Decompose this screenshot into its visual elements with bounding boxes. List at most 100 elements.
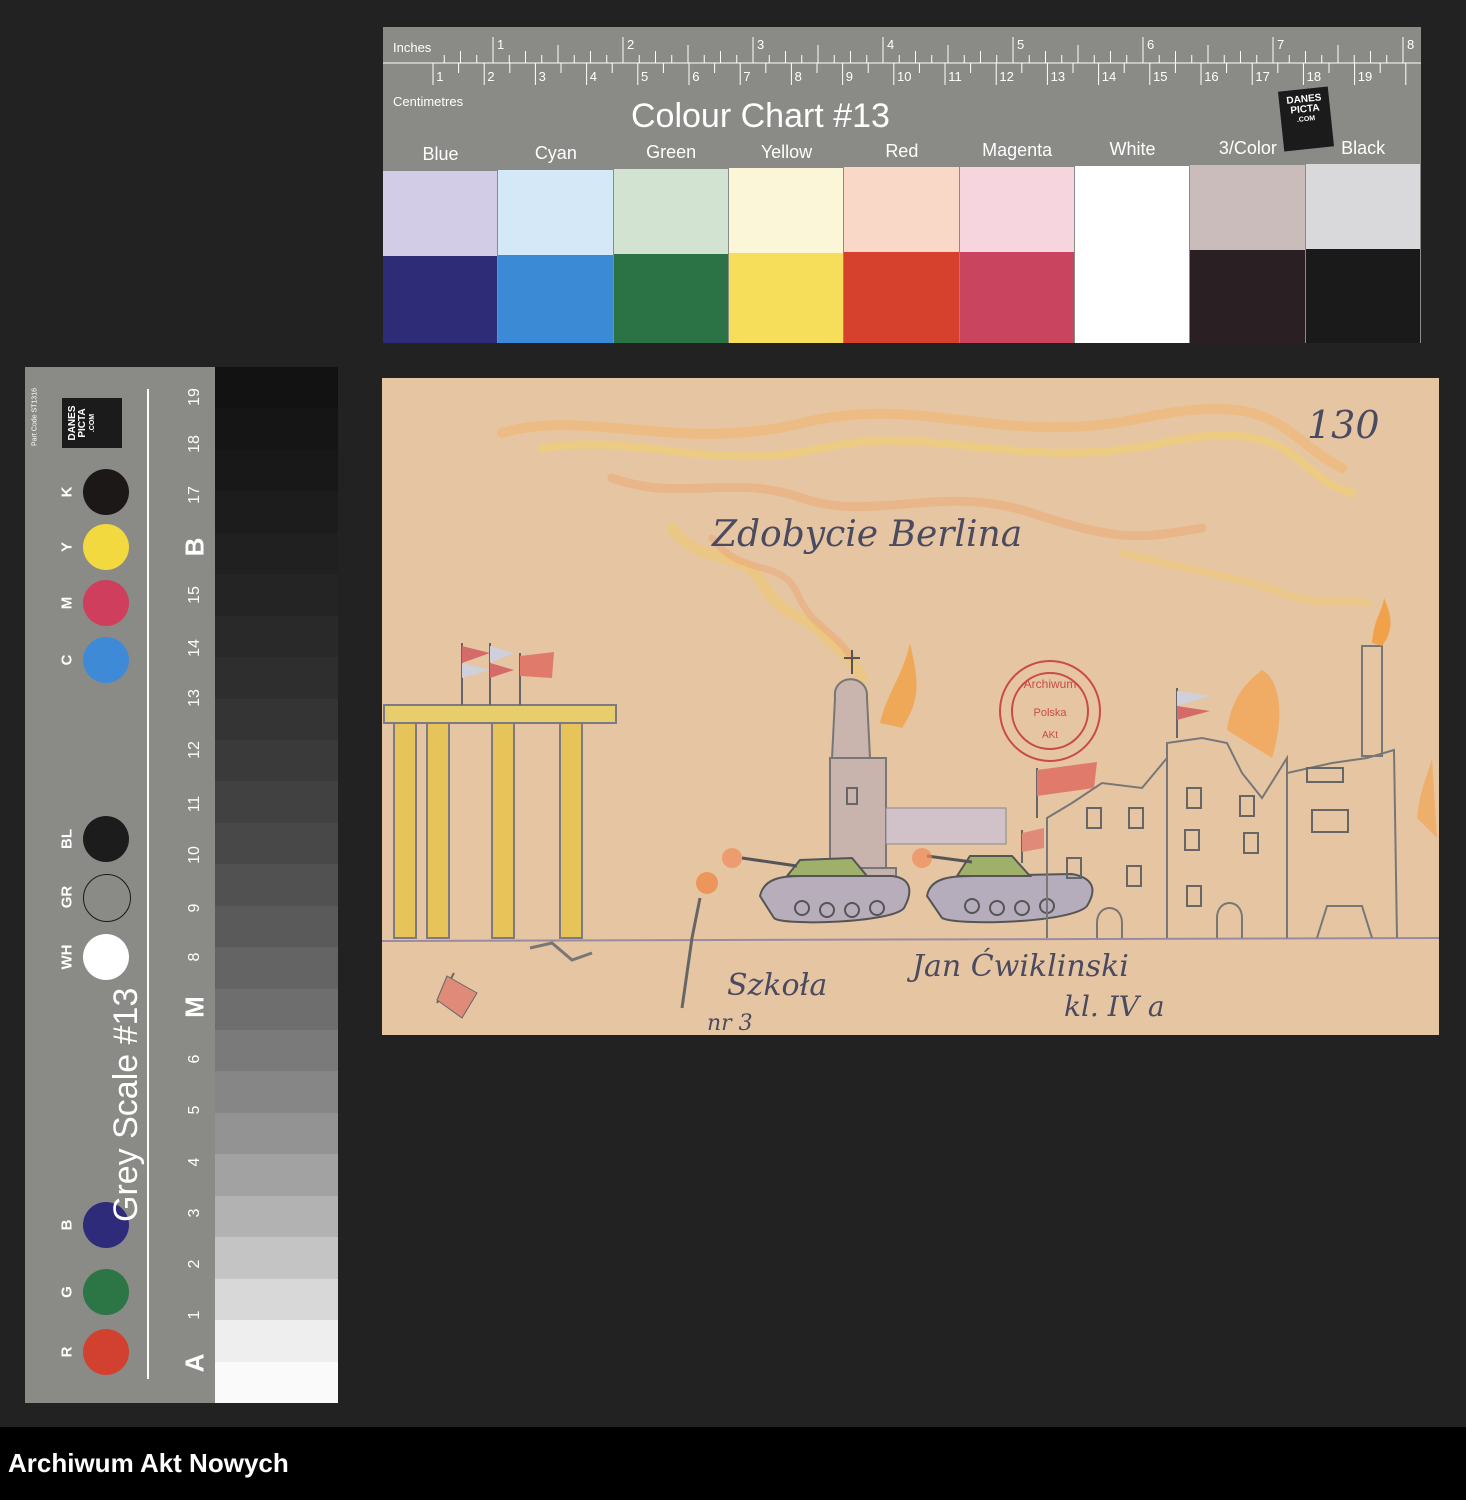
- grey-step: [215, 615, 338, 659]
- scale-divider: [147, 389, 149, 1379]
- flame: [1372, 598, 1391, 646]
- tank-gun: [741, 856, 798, 868]
- centimetres-label: Centimetres: [393, 94, 464, 109]
- bayonet-rifle: [680, 897, 702, 1009]
- arch: [1216, 902, 1243, 938]
- inch-number: 1: [497, 37, 504, 52]
- column: [393, 722, 417, 939]
- colour-swatch-dark: [729, 253, 844, 343]
- colour-name: Green: [646, 142, 697, 163]
- colour-dot: [83, 524, 129, 570]
- danes-picta-logo: DANES PICTA .COM: [62, 398, 122, 448]
- cm-number: 7: [743, 69, 750, 84]
- cm-number: 8: [795, 69, 802, 84]
- church-tower: [819, 643, 917, 891]
- cm-number: 15: [1153, 69, 1167, 84]
- colour-name: Magenta: [982, 140, 1053, 160]
- grey-step: [215, 367, 338, 410]
- grey-step: [215, 698, 338, 741]
- school-number-text: nr 3: [707, 1011, 753, 1035]
- cm-number: 10: [897, 69, 911, 84]
- stamp-text: AKt: [1042, 730, 1058, 741]
- inch-number: 7: [1277, 37, 1284, 52]
- archive-name: Archiwum Akt Nowych: [8, 1448, 289, 1478]
- cm-number: 14: [1102, 69, 1116, 84]
- colonnade-roof: [383, 704, 617, 724]
- grey-step: [215, 905, 338, 949]
- colour-swatch-light: [1305, 163, 1420, 249]
- gun-fire: [722, 848, 742, 868]
- grey-step: [215, 574, 338, 617]
- column: [491, 722, 515, 939]
- smoke-scribble: [1118, 549, 1371, 607]
- colour-swatch-dark: [844, 252, 959, 343]
- chimney: [1361, 645, 1383, 757]
- tank: [912, 848, 1094, 924]
- colour-name: Cyan: [534, 143, 577, 164]
- colour-swatch-light: [1190, 164, 1305, 250]
- grey-steps: [215, 367, 338, 1403]
- cm-number: 1: [436, 69, 443, 84]
- colour-dot: [83, 1329, 129, 1375]
- colour-swatch-light: [729, 168, 844, 254]
- stamp-text: Polska: [1033, 707, 1067, 719]
- page-number: 130: [1307, 403, 1380, 447]
- cm-number: 18: [1307, 69, 1321, 84]
- grey-step: [215, 864, 338, 907]
- cm-number: 4: [590, 69, 597, 84]
- grey-step: [215, 408, 338, 451]
- colour-dot: [83, 816, 129, 862]
- colonnade: [383, 643, 617, 939]
- grey-step: [215, 1030, 338, 1073]
- cm-number: 13: [1051, 69, 1065, 84]
- gun-fire: [912, 848, 932, 868]
- colour-dot: [83, 934, 129, 980]
- cm-number: 12: [999, 69, 1013, 84]
- cm-number: 2: [487, 69, 494, 84]
- grey-step: [215, 491, 338, 534]
- colour-swatch-dark: [383, 256, 498, 343]
- colour-name: Blue: [422, 144, 459, 164]
- grey-step: [215, 1071, 338, 1114]
- grey-step: [215, 1195, 338, 1239]
- logo-line: PICTA: [77, 408, 88, 438]
- colour-chart-title: Colour Chart #13: [631, 97, 890, 135]
- colour-dot: [83, 469, 129, 515]
- colour-dot: [83, 580, 129, 626]
- tank-hull: [758, 875, 911, 924]
- colour-swatch-light: [383, 171, 498, 256]
- tank-turret: [955, 855, 1033, 877]
- grey-step: [215, 657, 338, 700]
- colour-swatch-light: [613, 169, 728, 255]
- colour-swatch-light: [844, 167, 959, 253]
- colour-swatch-dark: [1075, 250, 1190, 343]
- ruler: 1 2 3 4 5 6 7 81 2 3 4 5 6 7 8 9 10 11 12 13 14 15 16 17 18 19: [383, 37, 1421, 85]
- torch-flame: [696, 872, 718, 894]
- inch-number: 2: [627, 37, 634, 52]
- grey-step: [215, 1361, 338, 1403]
- flag: [519, 652, 554, 705]
- grey-step: [215, 947, 338, 990]
- flag: [436, 972, 478, 1019]
- colour-swatch-dark: [1190, 249, 1305, 343]
- colour-names-row: Blue Cyan Green Yellow Red Magenta White 3/Colo…: [383, 138, 1421, 167]
- flame: [1417, 758, 1437, 838]
- colour-name: Yellow: [760, 141, 813, 162]
- cm-number: 16: [1204, 69, 1218, 84]
- grey-step: [215, 988, 338, 1032]
- drawing-title: Zdobycie Berlina: [711, 514, 1022, 555]
- column: [426, 722, 450, 939]
- colour-swatch-dark: [1305, 248, 1420, 343]
- arch: [1096, 907, 1123, 938]
- fallen-figure: [529, 941, 593, 962]
- inch-number: 4: [887, 37, 894, 52]
- footer-bar: Archiwum Akt Nowych: [0, 1427, 1466, 1500]
- colour-swatch-light: [498, 170, 613, 256]
- cm-number: 9: [846, 69, 853, 84]
- grey-step: [215, 532, 338, 576]
- ground-line: [382, 937, 1439, 942]
- flag: [461, 643, 490, 705]
- grey-step: [215, 449, 338, 493]
- cm-number: 11: [948, 69, 962, 84]
- column: [559, 722, 583, 939]
